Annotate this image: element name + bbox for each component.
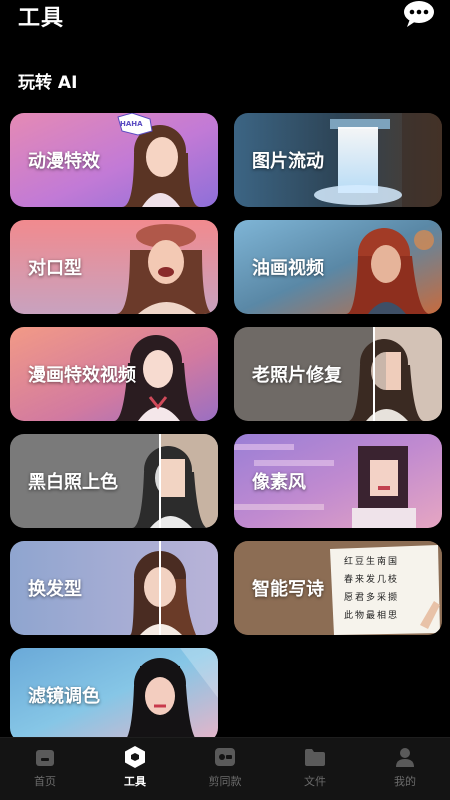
tab-label: 工具 — [124, 775, 146, 788]
tool-card-pixel-style[interactable]: 像素风 — [234, 434, 442, 528]
tool-label: 滤镜调色 — [28, 686, 100, 707]
poem-line: 红豆生南国 — [344, 557, 400, 567]
profile-icon — [396, 748, 414, 767]
chat-bubble-icon — [404, 1, 434, 27]
tool-card-anime-effect[interactable]: 动漫特效 HAHA — [10, 113, 218, 207]
tab-files[interactable]: 文件 — [270, 744, 360, 798]
tool-label: 黑白照上色 — [28, 472, 118, 493]
tool-label: 老照片修复 — [252, 365, 342, 386]
tool-label: 油画视频 — [252, 258, 324, 279]
poem-line: 愿君多采撷 — [344, 593, 400, 603]
tab-label: 文件 — [304, 775, 326, 788]
poem-text: 红豆生南国 春来发几枝 愿君多采撷 此物最相思 — [344, 553, 399, 625]
tab-label: 我的 — [394, 775, 416, 788]
tab-home[interactable]: 首页 — [0, 744, 90, 798]
template-icon — [215, 748, 235, 766]
chat-button[interactable] — [402, 0, 436, 28]
tool-label: 像素风 — [252, 472, 306, 493]
app-screen: 工具 玩转 AI 动漫特效 HAHA 图片流动 对口型 油画视频 漫画特效视频 … — [0, 0, 450, 800]
tool-label: 换发型 — [28, 579, 82, 600]
tool-label: 漫画特效视频 — [28, 365, 136, 386]
tab-label: 首页 — [34, 775, 56, 788]
tab-template[interactable]: 剪同款 — [180, 744, 270, 798]
tool-card-hairstyle-change[interactable]: 换发型 — [10, 541, 218, 635]
tool-card-ai-poem[interactable]: 智能写诗 红豆生南国 春来发几枝 愿君多采撷 此物最相思 — [234, 541, 442, 635]
tool-card-oil-painting-video[interactable]: 油画视频 — [234, 220, 442, 314]
tab-profile[interactable]: 我的 — [360, 744, 450, 798]
tool-label: 图片流动 — [252, 151, 324, 172]
poem-line: 春来发几枝 — [344, 575, 400, 585]
tool-card-colorize-bw[interactable]: 黑白照上色 — [10, 434, 218, 528]
tools-icon — [125, 746, 145, 768]
page-title: 工具 — [18, 6, 65, 31]
section-title: 玩转 AI — [18, 73, 78, 93]
tool-card-filter-grading[interactable]: 滤镜调色 — [10, 648, 218, 742]
tool-card-old-photo-restore[interactable]: 老照片修复 — [234, 327, 442, 421]
tool-label: 智能写诗 — [252, 579, 324, 600]
tool-card-comic-effect-video[interactable]: 漫画特效视频 — [10, 327, 218, 421]
tab-label: 剪同款 — [208, 775, 242, 788]
sticker-text: HAHA — [120, 120, 143, 128]
tab-tools[interactable]: 工具 — [90, 744, 180, 798]
header: 工具 — [0, 0, 450, 40]
tool-label: 动漫特效 — [28, 151, 100, 172]
tool-card-photo-flow[interactable]: 图片流动 — [234, 113, 442, 207]
poem-line: 此物最相思 — [344, 611, 400, 621]
home-icon — [36, 750, 54, 766]
tool-card-lip-sync[interactable]: 对口型 — [10, 220, 218, 314]
bottom-tab-bar: 首页 工具 剪同款 文件 我的 — [0, 737, 450, 800]
tool-label: 对口型 — [28, 258, 82, 279]
folder-icon — [305, 749, 325, 766]
